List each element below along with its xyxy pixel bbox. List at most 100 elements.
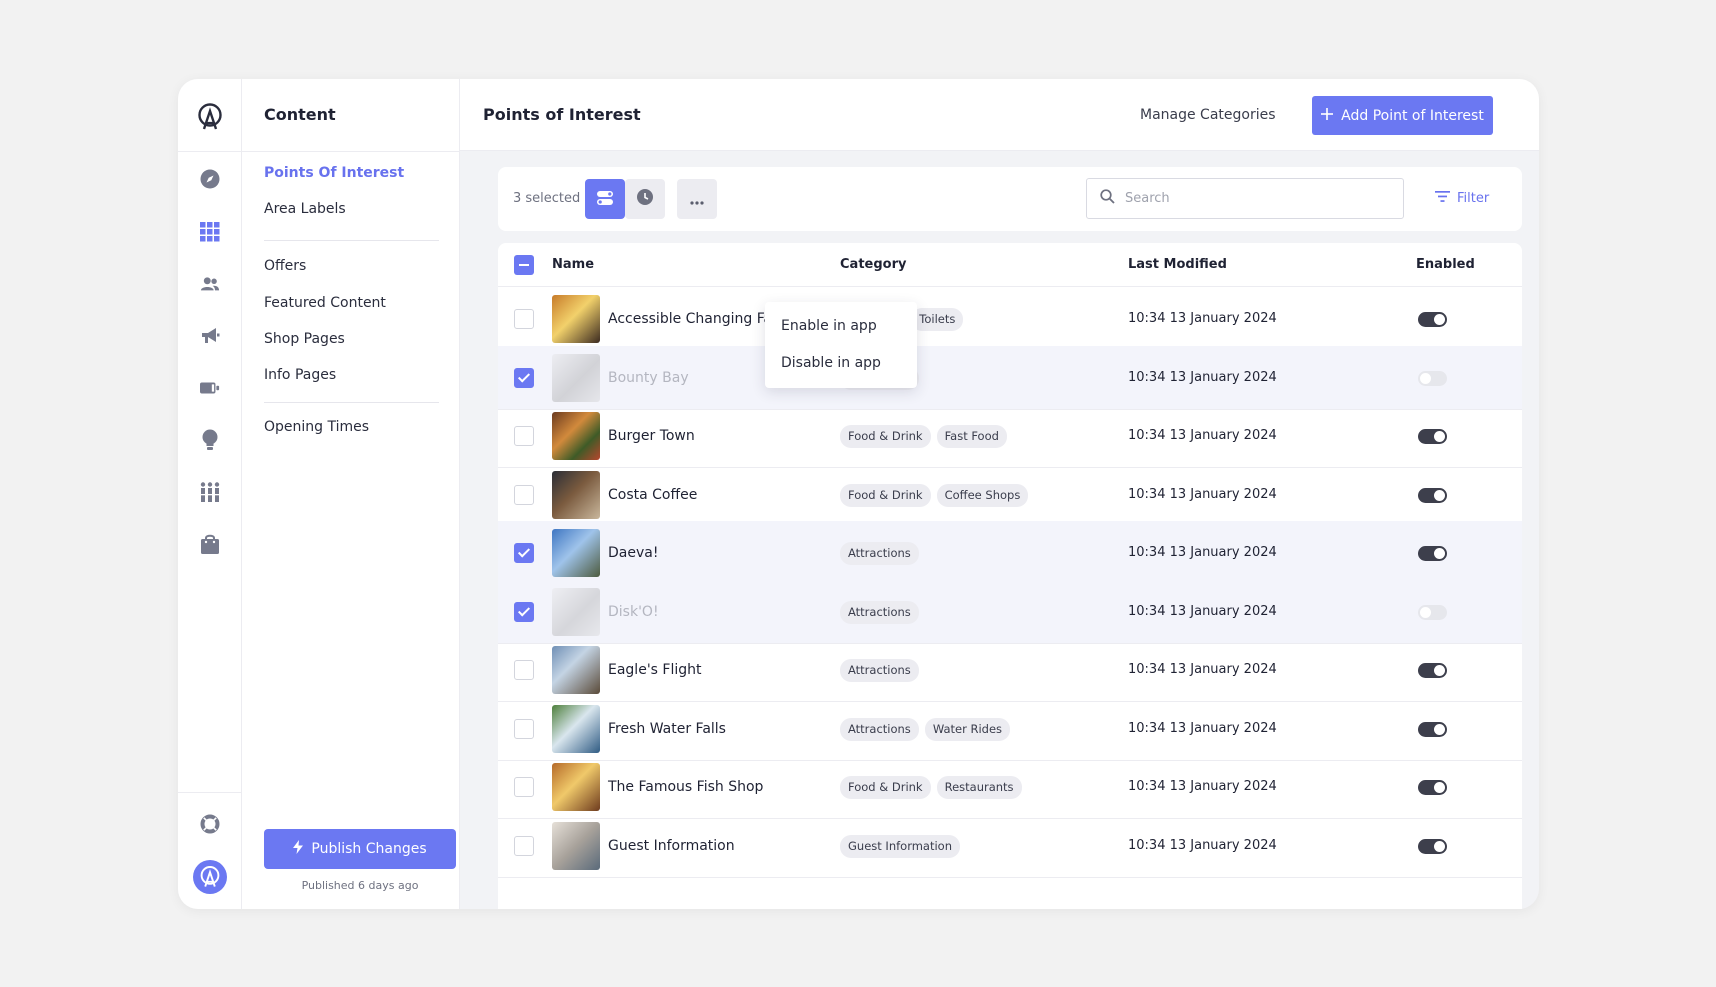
enabled-toggle[interactable] [1418, 780, 1447, 795]
help-lifebuoy-icon[interactable] [200, 814, 220, 834]
sidebar-item-shop-pages[interactable]: Shop Pages [264, 331, 345, 347]
enabled-toggle[interactable] [1418, 487, 1447, 503]
publish-changes-button[interactable]: Publish Changes [264, 829, 456, 869]
category-tag: Attractions [840, 542, 919, 565]
schedule-button[interactable] [625, 179, 665, 219]
manage-categories-link[interactable]: Manage Categories [1140, 79, 1276, 151]
sidebar-item-offers[interactable]: Offers [264, 258, 306, 274]
checkmark-icon [517, 603, 531, 617]
enabled-toggle[interactable] [1418, 838, 1447, 854]
row-checkbox[interactable] [514, 601, 534, 622]
row-name[interactable]: Bounty Bay [608, 346, 689, 410]
toggle-knob [1434, 431, 1445, 442]
row-name[interactable]: Costa Coffee [608, 463, 697, 527]
enabled-toggle[interactable] [1418, 429, 1447, 444]
app-logo-icon[interactable] [197, 102, 223, 132]
column-header-category[interactable]: Category [840, 243, 906, 287]
enabled-toggle[interactable] [1418, 546, 1447, 561]
table-row[interactable]: The Famous Fish Shop Food & Drink Restaura… [498, 755, 1522, 819]
row-name[interactable]: Eagle's Flight [608, 638, 702, 702]
row-name[interactable]: Burger Town [608, 404, 695, 468]
clock-icon [637, 189, 653, 209]
sidebar-item-area-labels[interactable]: Area Labels [264, 201, 346, 217]
rail-divider [178, 792, 242, 793]
row-checkbox[interactable] [514, 660, 534, 680]
table-row[interactable]: Guest Information Guest Information 10:34 … [498, 814, 1522, 878]
column-header-name[interactable]: Name [552, 243, 594, 287]
table-row[interactable]: Burger Town Food & Drink Fast Food 10:34 13… [498, 404, 1522, 468]
sidebar-item-points-of-interest[interactable]: Points Of Interest [264, 165, 404, 181]
row-thumbnail [552, 353, 600, 402]
sidebar-item-info-pages[interactable]: Info Pages [264, 367, 336, 383]
row-thumbnail [552, 470, 600, 519]
sidebar-item-opening-times[interactable]: Opening Times [264, 419, 369, 435]
toggle-knob [1434, 840, 1445, 852]
sidebar-item-featured-content[interactable]: Featured Content [264, 295, 386, 311]
row-checkbox[interactable] [514, 835, 534, 856]
row-thumbnail [552, 821, 600, 870]
table-row[interactable]: Daeva! Attractions 10:34 13 January 2024 [498, 521, 1522, 585]
toggles-icon [597, 190, 613, 209]
enabled-toggle[interactable] [1418, 312, 1447, 327]
row-checkbox[interactable] [514, 777, 534, 797]
table-row[interactable]: Eagle's Flight Attractions 10:34 13 Januar… [498, 638, 1522, 702]
table-row[interactable]: Accessible Changing FacilitiesFacilities… [498, 287, 1522, 351]
lightbulb-icon[interactable] [200, 429, 220, 450]
ticket-icon[interactable] [200, 378, 220, 398]
row-thumbnail [552, 763, 600, 811]
table-row[interactable]: Bounty BayAttractions10:34 13 January 20… [498, 345, 1522, 410]
sidebar-header-divider [242, 151, 460, 152]
add-point-of-interest-button[interactable]: Add Point of Interest [1312, 96, 1493, 135]
user-avatar[interactable] [193, 860, 227, 894]
checkmark-icon [517, 545, 531, 558]
toggle-knob [1420, 606, 1431, 618]
row-name[interactable]: Daeva! [608, 521, 658, 585]
column-header-enabled[interactable]: Enabled [1416, 243, 1475, 287]
search-input[interactable] [1125, 191, 1385, 206]
table-row[interactable]: Fresh Water Falls Attractions Water Rides 1… [498, 697, 1522, 761]
sidebar-divider [264, 402, 439, 403]
megaphone-icon[interactable] [200, 326, 220, 346]
filter-button[interactable]: Filter [1435, 167, 1489, 231]
row-last-modified: 10:34 13 January 2024 [1128, 428, 1277, 443]
enable-in-app-option[interactable]: Enable in app [781, 318, 877, 334]
table-row[interactable]: Costa Coffee Food & Drink Coffee Shops 10:3… [498, 463, 1522, 527]
select-all-checkbox[interactable] [514, 255, 534, 275]
toggle-knob [1420, 372, 1431, 384]
more-actions-button[interactable] [677, 179, 717, 219]
row-name[interactable]: Fresh Water Falls [608, 697, 726, 761]
publish-changes-label: Publish Changes [311, 841, 427, 857]
row-checkbox[interactable] [514, 367, 534, 388]
enabled-toggle[interactable] [1418, 663, 1447, 678]
row-checkbox[interactable] [514, 718, 534, 739]
compass-icon[interactable] [200, 169, 220, 189]
row-checkbox[interactable] [514, 484, 534, 505]
category-tag: Toilets [911, 308, 964, 331]
enabled-toggle[interactable] [1418, 370, 1447, 386]
queue-icon[interactable] [200, 482, 220, 502]
row-name[interactable]: Disk'O! [608, 580, 659, 644]
table-row[interactable]: Disk'O! Attractions 10:34 13 January 2024 [498, 579, 1522, 644]
row-checkbox[interactable] [514, 543, 534, 563]
plus-icon [1321, 107, 1334, 124]
search-icon [1100, 189, 1115, 208]
row-checkbox[interactable] [514, 309, 534, 329]
row-checkbox[interactable] [514, 426, 534, 446]
filter-label: Filter [1457, 191, 1490, 206]
category-tag: Guest Information [840, 834, 960, 858]
filter-icon [1435, 167, 1450, 231]
grid-icon[interactable] [200, 222, 220, 242]
column-header-last-modified[interactable]: Last Modified [1128, 243, 1227, 287]
toggle-knob [1434, 723, 1445, 735]
shopping-bag-icon[interactable] [200, 534, 220, 554]
page-title: Points of Interest [483, 105, 641, 124]
disable-in-app-option[interactable]: Disable in app [781, 355, 881, 371]
row-name[interactable]: The Famous Fish Shop [608, 755, 763, 819]
enabled-toggle[interactable] [1418, 604, 1447, 620]
bulk-enable-toggle-button[interactable] [585, 179, 625, 219]
enabled-toggle[interactable] [1418, 721, 1447, 737]
users-icon[interactable] [200, 274, 220, 294]
more-dots-icon [690, 190, 704, 209]
row-name[interactable]: Guest Information [608, 814, 735, 878]
row-category-tags: Attractions [840, 659, 919, 682]
